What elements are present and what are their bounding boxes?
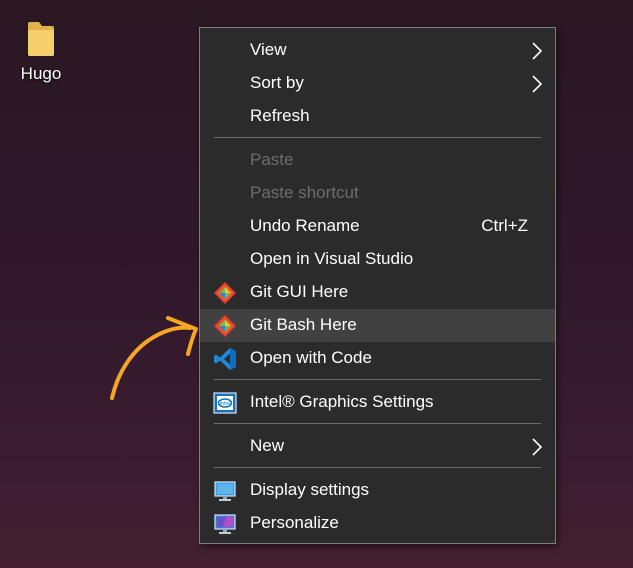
- menu-item-label: Git GUI Here: [250, 282, 349, 301]
- chevron-right-icon: [532, 438, 543, 456]
- git-icon: [214, 282, 236, 304]
- git-icon: [214, 315, 236, 337]
- menu-item-display-settings[interactable]: Display settings: [200, 474, 555, 507]
- menu-item-sort-by[interactable]: Sort by: [200, 67, 555, 100]
- menu-item-paste-shortcut: Paste shortcut: [200, 177, 555, 210]
- menu-item-label: New: [250, 436, 285, 455]
- context-menu: View Sort by Refresh Paste Paste shortcu…: [199, 27, 556, 544]
- menu-item-label: Paste shortcut: [250, 183, 359, 202]
- menu-item-open-visual-studio[interactable]: Open in Visual Studio: [200, 243, 555, 276]
- menu-item-git-gui[interactable]: Git GUI Here: [200, 276, 555, 309]
- intel-icon: intel: [213, 392, 237, 414]
- shortcut-text: Ctrl+Z: [481, 216, 528, 235]
- menu-item-label: Refresh: [250, 106, 310, 125]
- menu-item-refresh[interactable]: Refresh: [200, 100, 555, 133]
- personalize-icon: [214, 514, 236, 534]
- menu-item-personalize[interactable]: Personalize: [200, 507, 555, 540]
- vscode-icon: [214, 348, 236, 370]
- menu-item-label: Intel® Graphics Settings: [250, 392, 434, 411]
- menu-item-label: Personalize: [250, 513, 339, 532]
- display-icon: [214, 481, 236, 501]
- menu-item-git-bash[interactable]: Git Bash Here: [200, 309, 555, 342]
- menu-separator: [214, 467, 541, 468]
- chevron-right-icon: [532, 75, 543, 93]
- desktop-folder-hugo[interactable]: Hugo: [10, 18, 72, 84]
- menu-item-intel-graphics[interactable]: intel Intel® Graphics Settings: [200, 386, 555, 419]
- menu-item-label: Open in Visual Studio: [250, 249, 414, 268]
- menu-item-label: Open with Code: [250, 348, 372, 367]
- svg-text:intel: intel: [220, 401, 231, 407]
- folder-icon: [28, 22, 54, 56]
- folder-label: Hugo: [20, 64, 62, 83]
- menu-item-label: Paste: [250, 150, 294, 169]
- menu-item-open-with-code[interactable]: Open with Code: [200, 342, 555, 375]
- menu-separator: [214, 137, 541, 138]
- menu-item-label: View: [250, 40, 287, 59]
- chevron-right-icon: [532, 42, 543, 60]
- menu-item-label: Undo Rename: [250, 216, 360, 235]
- menu-separator: [214, 379, 541, 380]
- menu-item-label: Git Bash Here: [250, 315, 357, 334]
- menu-item-view[interactable]: View: [200, 34, 555, 67]
- menu-item-new[interactable]: New: [200, 430, 555, 463]
- menu-item-paste: Paste: [200, 144, 555, 177]
- menu-item-label: Sort by: [250, 73, 304, 92]
- annotation-arrow: [110, 316, 198, 400]
- menu-item-label: Display settings: [250, 480, 370, 499]
- menu-item-undo-rename[interactable]: Undo Rename Ctrl+Z: [200, 210, 555, 243]
- menu-separator: [214, 423, 541, 424]
